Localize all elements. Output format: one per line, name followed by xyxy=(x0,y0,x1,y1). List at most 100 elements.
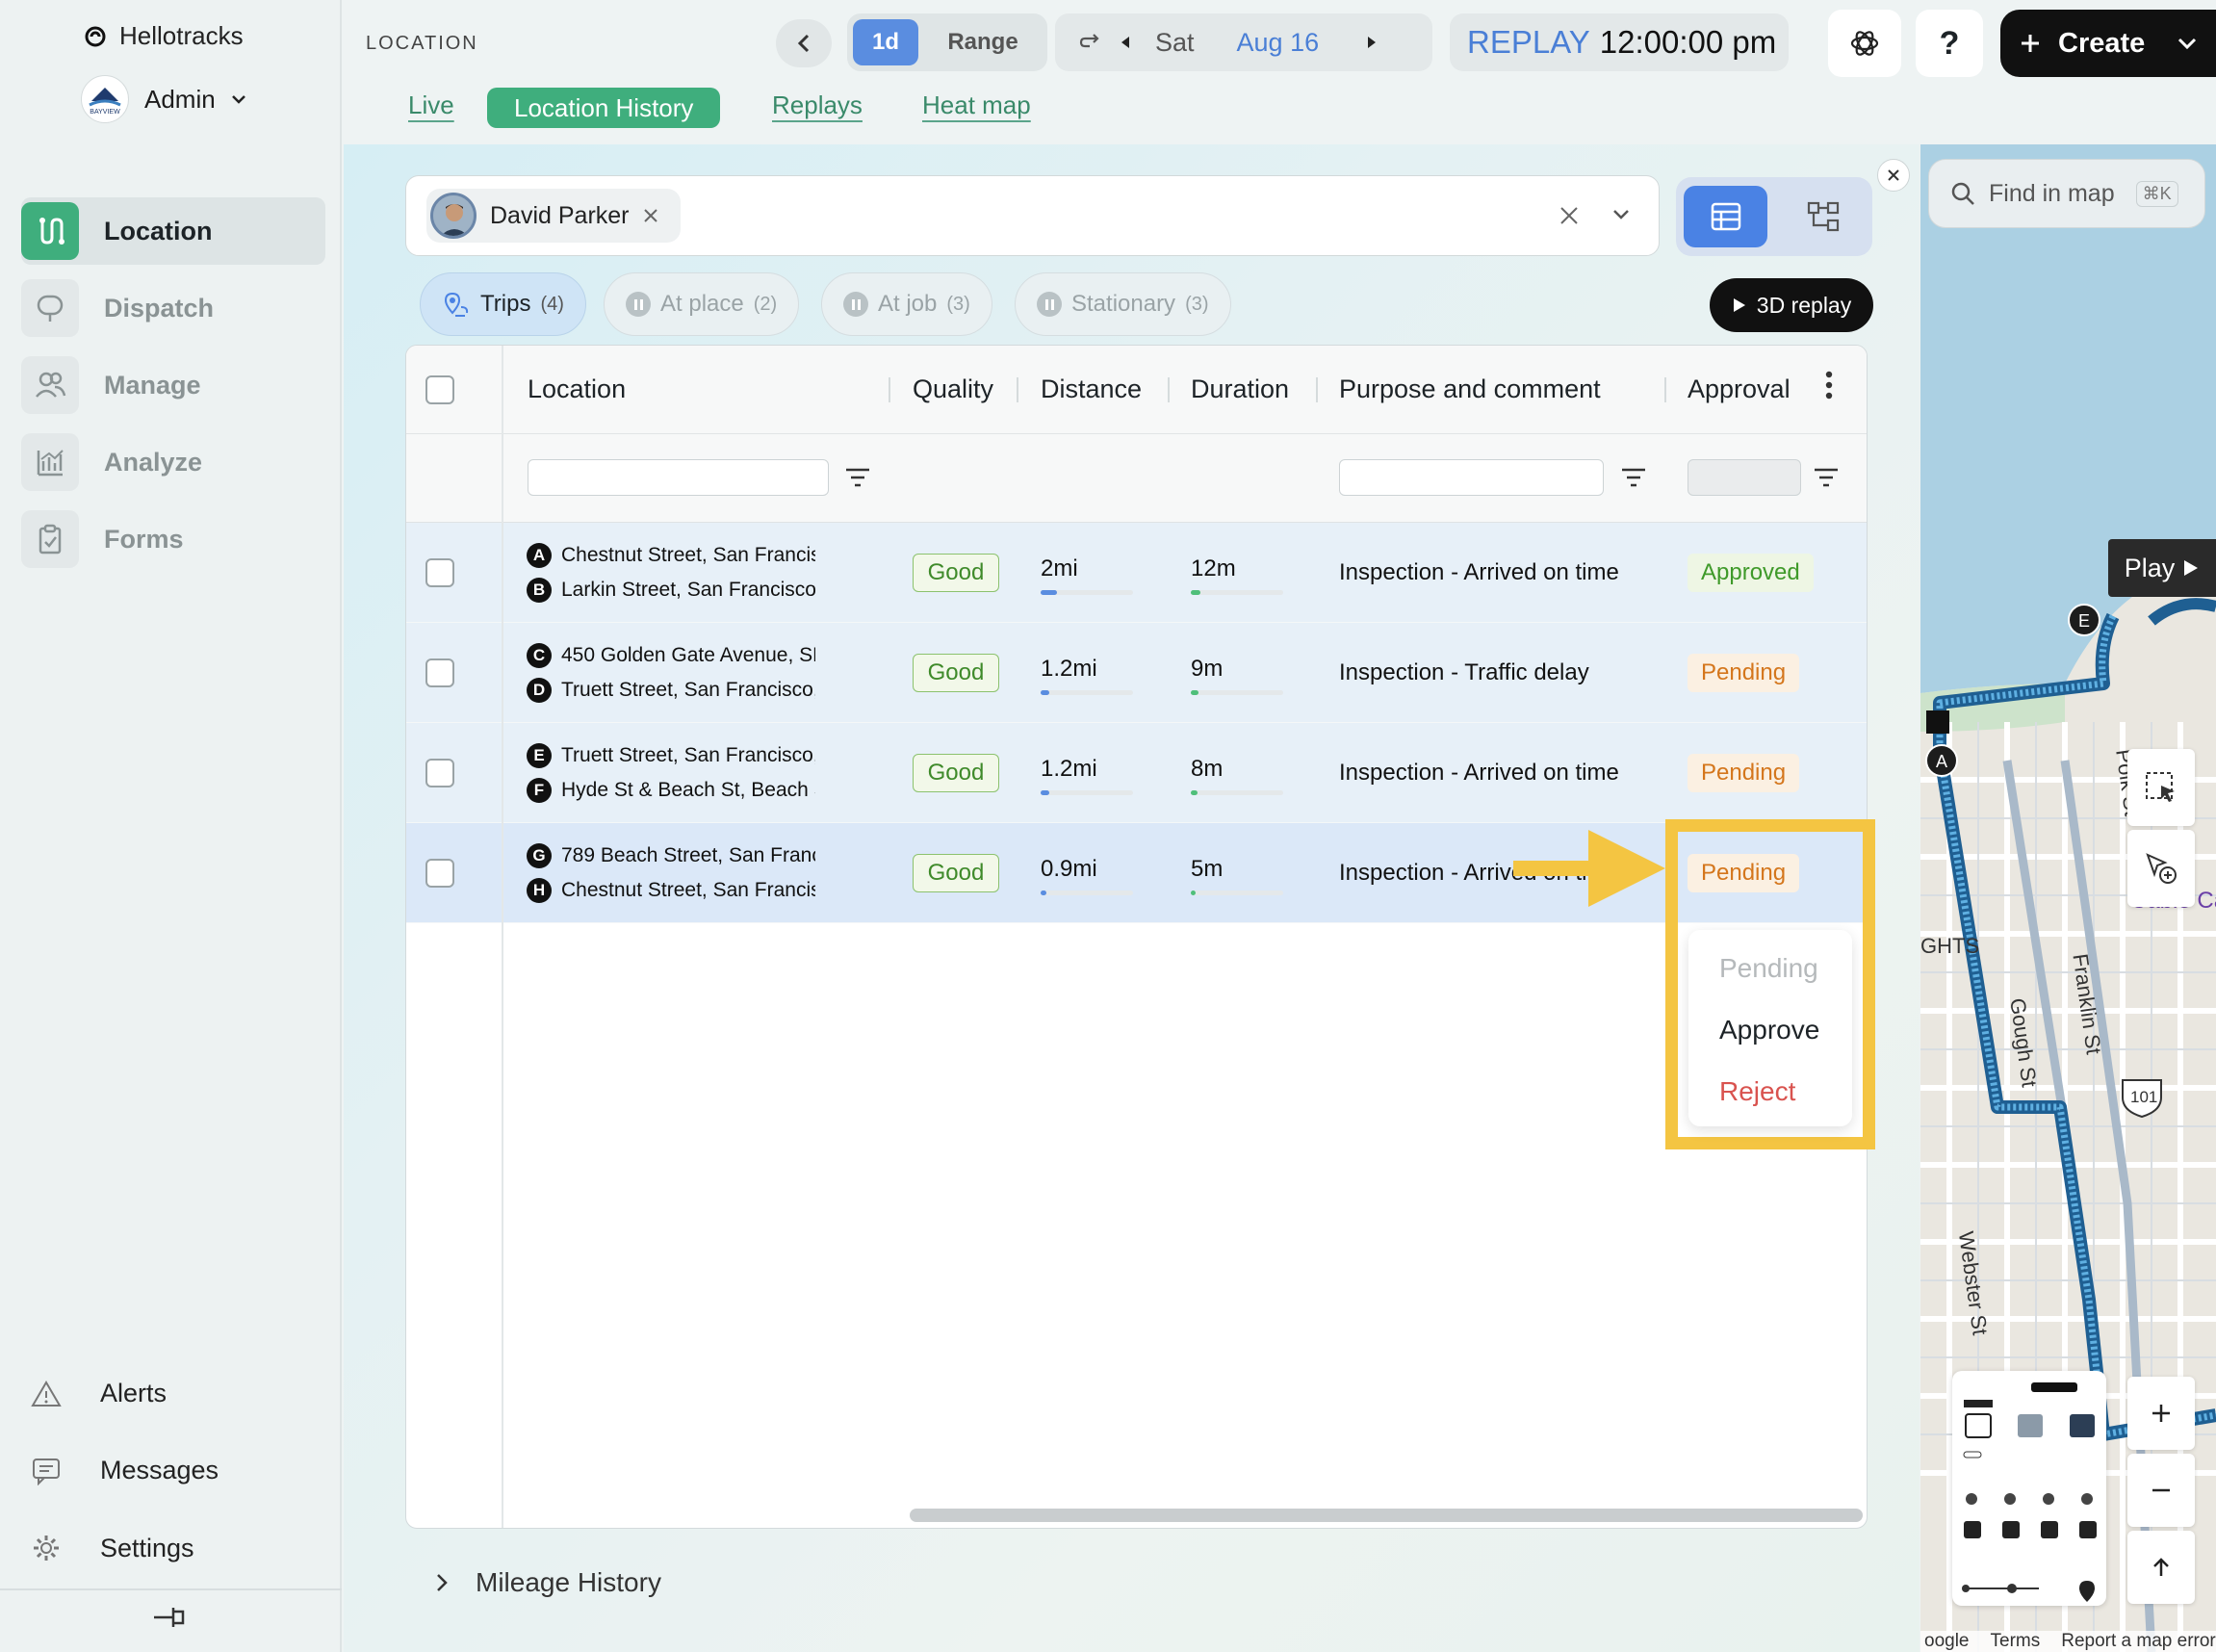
row-checkbox[interactable] xyxy=(425,859,454,888)
terms-link[interactable]: Terms xyxy=(1991,1631,2041,1652)
sidebar-item-alerts[interactable]: Alerts xyxy=(31,1379,167,1408)
ai-assistant-button[interactable] xyxy=(1828,10,1901,77)
brand[interactable]: Hellotracks xyxy=(85,21,244,51)
filter-icon[interactable] xyxy=(845,467,870,488)
zoom-in-button[interactable] xyxy=(2127,1377,2195,1450)
tab-at-job[interactable]: At job (3) xyxy=(821,272,992,336)
menu-item-approve[interactable]: Approve xyxy=(1719,1015,1819,1045)
trip-locations[interactable]: E Truett Street, San Francisco, Calif F Hyd… xyxy=(527,738,815,808)
trip-locations[interactable]: G 789 Beach Street, San Francisco, H Chestn… xyxy=(527,839,815,908)
replay-time[interactable]: REPLAY 12:00:00 pm xyxy=(1450,13,1789,71)
pin-sidebar-icon[interactable] xyxy=(152,1604,185,1631)
range-toggle: 1d Range xyxy=(847,13,1047,71)
reset-north-button[interactable] xyxy=(2127,1531,2195,1604)
create-button[interactable]: Create xyxy=(2000,10,2216,77)
tab-location-history[interactable]: Location History xyxy=(487,88,721,128)
sidebar-item-manage[interactable]: Manage xyxy=(21,351,325,419)
column-purpose[interactable]: Purpose and comment xyxy=(1339,374,1601,404)
map-play-button[interactable]: Play xyxy=(2108,539,2216,597)
approval-filter-select[interactable] xyxy=(1688,459,1801,496)
approval-status[interactable]: Pending xyxy=(1688,754,1800,792)
column-resizer[interactable] xyxy=(1316,377,1318,402)
horizontal-scrollbar[interactable] xyxy=(910,1509,1863,1522)
purpose-comment[interactable]: Inspection - Traffic delay xyxy=(1339,659,1589,686)
zoom-out-button[interactable] xyxy=(2127,1454,2195,1527)
trip-start: A Chestnut Street, San Francisco, C xyxy=(527,538,815,573)
column-resizer[interactable] xyxy=(1664,377,1666,402)
close-panel-button[interactable] xyxy=(1877,159,1910,192)
date-label[interactable]: Aug 16 xyxy=(1237,28,1320,58)
sidebar-item-label: Settings xyxy=(100,1533,194,1562)
person-chip[interactable]: David Parker xyxy=(426,189,681,243)
filter-icon[interactable] xyxy=(1621,467,1646,488)
end-address: Hyde St & Beach St, Beach St, Sar xyxy=(561,779,815,801)
range-option-1d[interactable]: 1d xyxy=(853,19,918,65)
next-day-icon[interactable] xyxy=(1365,35,1379,50)
tab-label: Stationary xyxy=(1071,291,1176,317)
start-marker-icon: G xyxy=(527,843,552,868)
report-map-error-link[interactable]: Report a map error xyxy=(2061,1631,2216,1652)
purpose-comment[interactable]: Inspection - Arrived on time xyxy=(1339,760,1619,787)
view-toggle xyxy=(1676,177,1872,256)
table-row[interactable]: C 450 Golden Gate Avenue, SF D Truett Stree… xyxy=(406,623,1867,723)
tab-live[interactable]: Live xyxy=(408,90,454,120)
column-resizer[interactable] xyxy=(889,377,890,402)
clear-selection-icon[interactable] xyxy=(1559,206,1579,225)
column-duration[interactable]: Duration xyxy=(1191,374,1289,404)
menu-item-pending[interactable]: Pending xyxy=(1719,953,1818,984)
sidebar-item-messages[interactable]: Messages xyxy=(31,1456,219,1485)
column-distance[interactable]: Distance xyxy=(1041,374,1142,404)
table-row[interactable]: A Chestnut Street, San Francisco, C B Larki… xyxy=(406,523,1867,623)
svg-text:A: A xyxy=(1936,752,1947,771)
tab-stationary[interactable]: Stationary (3) xyxy=(1015,272,1231,336)
range-option-range[interactable]: Range xyxy=(924,19,1042,65)
tab-trips[interactable]: Trips (4) xyxy=(420,272,586,336)
approval-status[interactable]: Pending xyxy=(1688,654,1800,692)
sidebar-item-analyze[interactable]: Analyze xyxy=(21,428,325,496)
sidebar-item-location[interactable]: Location xyxy=(21,197,325,265)
previous-day-icon[interactable] xyxy=(1119,35,1132,50)
tab-replays[interactable]: Replays xyxy=(772,90,863,120)
trip-locations[interactable]: C 450 Golden Gate Avenue, SF D Truett Stree… xyxy=(527,638,815,708)
find-in-map-search[interactable]: Find in map ⌘K xyxy=(1928,159,2205,228)
menu-item-reject[interactable]: Reject xyxy=(1719,1076,1795,1107)
sidebar-item-dispatch[interactable]: Dispatch xyxy=(21,274,325,342)
tab-at-place[interactable]: At place (2) xyxy=(604,272,800,336)
column-quality[interactable]: Quality xyxy=(913,374,993,404)
row-checkbox[interactable] xyxy=(425,558,454,587)
column-resizer[interactable] xyxy=(1017,377,1018,402)
column-resizer[interactable] xyxy=(1168,377,1170,402)
table-view-button[interactable] xyxy=(1684,186,1767,247)
table-row[interactable]: E Truett Street, San Francisco, Calif F Hyd… xyxy=(406,723,1867,823)
help-button[interactable]: ? xyxy=(1916,10,1983,77)
add-place-button[interactable] xyxy=(2127,830,2195,907)
previous-button[interactable] xyxy=(776,19,832,67)
play-label: Play xyxy=(2124,553,2176,582)
approval-status[interactable]: Approved xyxy=(1688,554,1814,592)
select-all-checkbox[interactable] xyxy=(425,375,454,404)
start-address: Truett Street, San Francisco, Calif xyxy=(561,744,815,766)
column-approval[interactable]: Approval xyxy=(1688,374,1791,404)
remove-person-icon[interactable] xyxy=(643,208,658,223)
purpose-filter-input[interactable] xyxy=(1339,459,1604,496)
mileage-history-toggle[interactable]: Mileage History xyxy=(435,1567,661,1598)
start-marker-icon: E xyxy=(527,743,552,768)
column-options-icon[interactable] xyxy=(1825,371,1833,400)
3d-replay-button[interactable]: 3D replay xyxy=(1710,278,1873,332)
tab-heat-map[interactable]: Heat map xyxy=(922,90,1031,120)
map-layers-card[interactable] xyxy=(1952,1371,2106,1606)
select-area-button[interactable] xyxy=(2127,749,2195,826)
sidebar-item-settings[interactable]: Settings xyxy=(31,1533,194,1563)
split-view-button[interactable] xyxy=(1781,186,1865,247)
row-checkbox[interactable] xyxy=(425,658,454,687)
location-filter-input[interactable] xyxy=(528,459,829,496)
account-switcher[interactable]: BAYVIEW Admin xyxy=(81,75,246,123)
trip-locations[interactable]: A Chestnut Street, San Francisco, C B Larki… xyxy=(527,538,815,607)
filter-icon[interactable] xyxy=(1814,467,1839,488)
reset-date-icon[interactable] xyxy=(1078,32,1101,53)
chevron-down-icon[interactable] xyxy=(1611,208,1631,221)
sidebar-item-forms[interactable]: Forms xyxy=(21,505,325,573)
purpose-comment[interactable]: Inspection - Arrived on time xyxy=(1339,559,1619,586)
row-checkbox[interactable] xyxy=(425,759,454,787)
column-location[interactable]: Location xyxy=(528,374,626,404)
